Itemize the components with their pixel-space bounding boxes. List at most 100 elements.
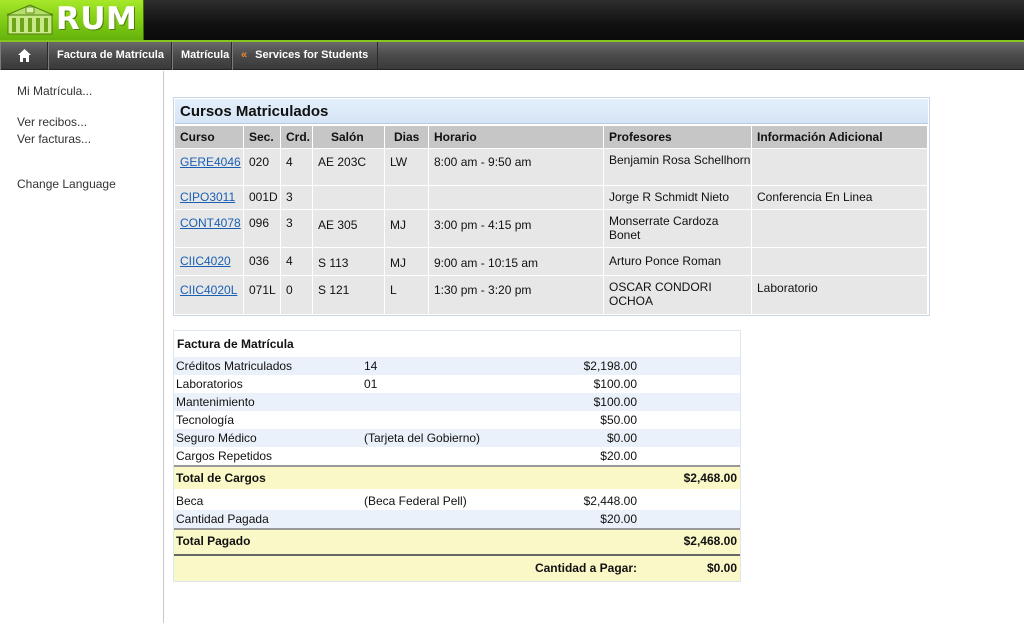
table-cell-crd: 3 [281, 186, 312, 209]
sidebar: Mi Matrícula... Ver recibos... Ver factu… [0, 71, 164, 623]
sidebar-item-mi-matricula[interactable]: Mi Matrícula... [17, 84, 92, 98]
invoice-row: Créditos Matriculados 14 $2,198.00 [174, 357, 740, 375]
table-cell-salon [313, 186, 384, 209]
sidebar-item-change-language[interactable]: Change Language [17, 177, 116, 191]
total-cargos-row: Total de Cargos $2,468.00 [174, 465, 740, 489]
nav-services-for-students[interactable]: « Services for Students [232, 42, 378, 70]
invoice-row: Cantidad Pagada $20.00 [174, 510, 740, 528]
table-cell-info [752, 149, 927, 185]
invoice-amount: $2,448.00 [583, 494, 637, 508]
col-header-horario: Horario [429, 126, 603, 148]
table-cell-sec: 096 [244, 210, 280, 247]
table-cell-horario: 3:00 pm - 4:15 pm [429, 210, 603, 247]
nav-services-label: Services for Students [255, 49, 369, 61]
col-header-salon: Salón [313, 126, 384, 148]
table-cell-crd: 0 [281, 276, 312, 314]
invoice-amount: $100.00 [593, 377, 637, 391]
table-cell-salon: S 121 [313, 276, 384, 314]
rum-logo[interactable]: RUM [0, 0, 144, 40]
col-header-curso: Curso [175, 126, 243, 148]
total-cargos-value: $2,468.00 [683, 471, 737, 485]
invoice-label: Mantenimiento [176, 395, 255, 409]
nav-matricula[interactable]: Matrícula [172, 42, 232, 70]
table-cell-sec: 020 [244, 149, 280, 185]
invoice-amount: $100.00 [593, 395, 637, 409]
nav-home-button[interactable] [0, 42, 48, 70]
table-cell-crd: 3 [281, 210, 312, 247]
main-nav: Factura de Matrícula Matrícula « Services… [0, 42, 1024, 70]
table-cell-dias: MJ [385, 210, 428, 247]
invoice-label: Créditos Matriculados [176, 359, 293, 373]
total-cargos-label: Total de Cargos [176, 471, 266, 485]
table-cell-salon: AE 203C [313, 149, 384, 185]
table-cell-info [752, 210, 927, 247]
invoice-row: Tecnología $50.00 [174, 411, 740, 429]
table-cell-sec: 036 [244, 248, 280, 275]
table-cell-curso: CIPO3011 [175, 186, 243, 209]
col-header-dias: Dias [385, 126, 428, 148]
table-cell-salon: S 113 [313, 248, 384, 275]
table-cell-dias: LW [385, 149, 428, 185]
table-cell-dias: L [385, 276, 428, 314]
invoice-panel: Factura de Matrícula Créditos Matriculad… [173, 330, 741, 582]
table-cell-dias: MJ [385, 248, 428, 275]
invoice-amount: $2,198.00 [583, 359, 637, 373]
table-cell-profesores: OSCAR CONDORI OCHOA [604, 276, 751, 314]
course-link[interactable]: CIPO3011 [180, 190, 235, 204]
table-cell-profesores: Jorge R Schmidt Nieto [604, 186, 751, 209]
invoice-desc: 01 [364, 377, 378, 391]
nav-factura-matricula[interactable]: Factura de Matrícula [48, 42, 172, 70]
total-pagado-value: $2,468.00 [683, 534, 737, 548]
table-cell-crd: 4 [281, 149, 312, 185]
col-header-sec: Sec. [244, 126, 280, 148]
invoice-row: Mantenimiento $100.00 [174, 393, 740, 411]
invoice-desc: 14 [364, 359, 378, 373]
invoice-row: Laboratorios 01 $100.00 [174, 375, 740, 393]
table-cell-curso: CIIC4020L [175, 276, 243, 314]
table-cell-profesores: Benjamin Rosa Schellhorn [604, 149, 751, 185]
table-cell-salon: AE 305 [313, 210, 384, 247]
invoice-label: Seguro Médico [176, 431, 257, 445]
invoice-label: Cantidad Pagada [176, 512, 269, 526]
courses-panel: Cursos Matriculados Curso Sec. Crd. Saló… [173, 97, 930, 316]
table-cell-curso: GERE4046 [175, 149, 243, 185]
table-cell-dias [385, 186, 428, 209]
invoice-amount: $20.00 [600, 449, 637, 463]
total-pagado-row: Total Pagado $2,468.00 [174, 528, 740, 554]
col-header-profesores: Profesores [604, 126, 751, 148]
invoice-amount: $20.00 [600, 512, 637, 526]
home-icon [18, 49, 31, 62]
invoice-title: Factura de Matrícula [177, 337, 294, 351]
table-cell-horario: 9:00 am - 10:15 am [429, 248, 603, 275]
course-link[interactable]: CIIC4020L [180, 283, 237, 297]
table-cell-curso: CIIC4020 [175, 248, 243, 275]
invoice-label: Beca [176, 494, 204, 508]
table-cell-info [752, 248, 927, 275]
top-header: RUM [0, 0, 1024, 40]
course-link[interactable]: CIIC4020 [180, 254, 231, 268]
table-cell-horario: 1:30 pm - 3:20 pm [429, 276, 603, 314]
logo-text: RUM [56, 1, 138, 37]
total-pagado-label: Total Pagado [176, 534, 251, 548]
invoice-amount: $50.00 [600, 413, 637, 427]
course-link[interactable]: GERE4046 [180, 155, 241, 169]
invoice-label: Laboratorios [176, 377, 243, 391]
invoice-amount: $0.00 [606, 431, 637, 445]
col-header-crd: Crd. [281, 126, 312, 148]
table-cell-profesores: Monserrate Cardoza Bonet [604, 210, 751, 247]
invoice-row: Cargos Repetidos $20.00 [174, 447, 740, 465]
invoice-label: Cargos Repetidos [176, 449, 273, 463]
course-link[interactable]: CONT4078 [180, 216, 241, 230]
table-cell-info: Conferencia En Linea [752, 186, 927, 209]
invoice-row: Seguro Médico (Tarjeta del Gobierno) $0.… [174, 429, 740, 447]
sidebar-item-ver-facturas[interactable]: Ver facturas... [17, 132, 91, 146]
invoice-row: Beca (Beca Federal Pell) $2,448.00 [174, 492, 740, 510]
cantidad-a-pagar-value: $0.00 [706, 561, 737, 575]
col-header-info: Información Adicional [752, 126, 927, 148]
table-cell-sec: 071L [244, 276, 280, 314]
invoice-desc: (Beca Federal Pell) [364, 494, 467, 508]
table-cell-horario: 8:00 am - 9:50 am [429, 149, 603, 185]
cantidad-a-pagar-row: Cantidad a Pagar: $0.00 [174, 554, 740, 581]
sidebar-item-ver-recibos[interactable]: Ver recibos... [17, 115, 87, 129]
table-cell-crd: 4 [281, 248, 312, 275]
